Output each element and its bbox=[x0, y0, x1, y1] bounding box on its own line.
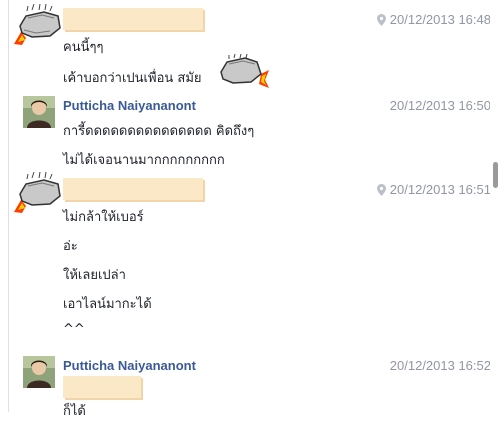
conversation-panel: 20/12/2013 16:48 คนนี้ๆๆ เค้าบอกว่าเปนเพ… bbox=[8, 0, 491, 419]
message-text: เค้าบอกว่าเปนเพื่อน สมัย bbox=[63, 71, 202, 86]
timestamp: 20/12/2013 16:52 bbox=[390, 358, 491, 373]
timestamp: 20/12/2013 16:48 bbox=[376, 12, 491, 27]
censored-name-box bbox=[63, 178, 203, 200]
scrollbar-track[interactable] bbox=[490, 0, 500, 412]
profile-photo[interactable] bbox=[23, 356, 55, 388]
message-text: ก็ได้ bbox=[63, 404, 86, 419]
message-text: คนนี้ๆๆ bbox=[63, 40, 104, 55]
location-pin-icon[interactable] bbox=[376, 183, 386, 196]
sender-name[interactable]: Putticha Naiyananont bbox=[63, 98, 196, 113]
message-text: ไม่ได้เจอนานมากกกกกกกกก bbox=[63, 153, 225, 168]
rock-sticker-icon bbox=[14, 4, 61, 45]
timestamp: 20/12/2013 16:50 bbox=[390, 98, 491, 113]
rock-sticker-icon bbox=[220, 54, 269, 88]
message-text: ^^ bbox=[63, 322, 85, 337]
message-text: เอาไลน์มากะได้ bbox=[63, 297, 152, 312]
timestamp-text: 20/12/2013 16:50 bbox=[389, 98, 491, 113]
censored-name-box bbox=[63, 8, 203, 30]
profile-photo[interactable] bbox=[23, 96, 55, 128]
scrollbar-thumb[interactable] bbox=[493, 162, 498, 188]
message-text: อ่ะ bbox=[63, 239, 78, 254]
sender-name[interactable]: Putticha Naiyananont bbox=[63, 358, 196, 373]
timestamp-text: 20/12/2013 16:51 bbox=[389, 182, 491, 197]
timestamp-text: 20/12/2013 16:48 bbox=[389, 12, 491, 27]
rock-sticker-icon bbox=[14, 171, 61, 213]
timestamp-text: 20/12/2013 16:52 bbox=[389, 358, 491, 373]
message-text: ไม่กล้าให้เบอร์ bbox=[63, 210, 144, 225]
location-pin-icon[interactable] bbox=[376, 13, 386, 26]
censored-text-box bbox=[63, 376, 141, 398]
message-text: ให้เลยเปล่า bbox=[63, 268, 126, 283]
message-text: การี้ดดดดดดดดดดดดดดด คิดถึงๆ bbox=[63, 124, 255, 139]
timestamp: 20/12/2013 16:51 bbox=[376, 182, 491, 197]
